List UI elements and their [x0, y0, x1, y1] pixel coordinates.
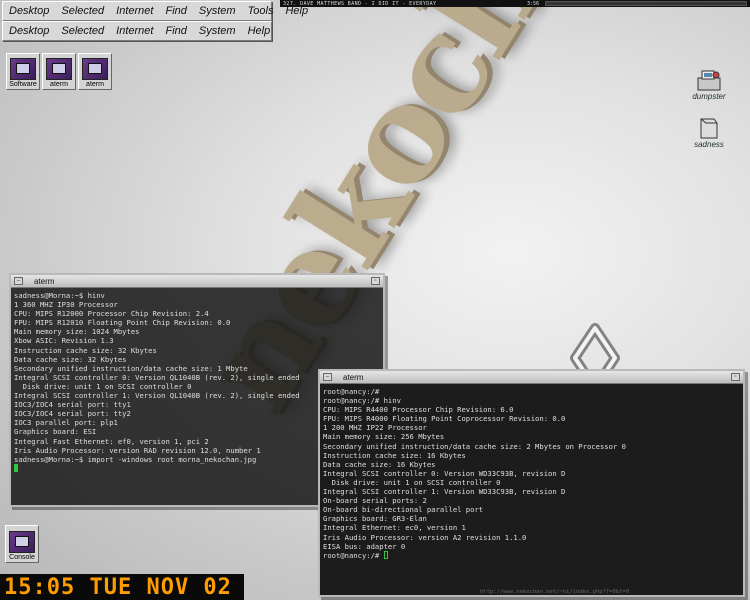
terminal-line: CPU: MIPS R4400 Processor Chip Revision:… [323, 405, 514, 415]
terminal-line: root@nancy:/# [323, 387, 380, 396]
terminal-line: Instruction cache size: 16 Kbytes [323, 450, 466, 460]
launcher-label: aterm [86, 81, 104, 88]
launcher-label: Software [9, 81, 37, 88]
menu-selected[interactable]: Selected [55, 5, 110, 17]
terminal-line: sadness@Morna:~$ hinv [14, 291, 105, 300]
menu-system[interactable]: System [193, 25, 242, 37]
terminal-line: Main memory size: 256 Mbytes [323, 432, 445, 442]
terminal-line: CPU: MIPS R12000 Processor Chip Revision… [14, 309, 209, 319]
menu-internet[interactable]: Internet [110, 25, 159, 37]
terminal-line: FPU: MIPS R4000 Floating Point Coprocess… [323, 414, 566, 424]
dumpster-icon [697, 70, 721, 91]
minimize-button[interactable]: ▫ [371, 277, 380, 285]
sadness-label: sadness [694, 140, 724, 149]
terminal-cursor [383, 550, 388, 559]
terminal-line: 1 200 MHZ IP22 Processor [323, 423, 427, 433]
terminal-line: IOC3 parallel port: plp1 [14, 418, 118, 428]
terminal-line: root@nancy:/# [323, 550, 384, 560]
window-title: aterm [343, 372, 364, 382]
terminal-line: Integral SCSI controller 0: Version WD33… [323, 468, 566, 478]
menu-internet[interactable]: Internet [110, 5, 159, 17]
terminal-line: Integral Ethernet: ec0, version 1 [323, 523, 466, 533]
terminal-line: Integral SCSI controller 0: Version QL10… [14, 372, 300, 382]
launcher-bar: Software aterm aterm [6, 53, 112, 90]
window-title: aterm [34, 276, 55, 286]
terminal-line: root@nancy:/# hinv [323, 396, 401, 406]
terminal-line: Disk drive: unit 1 on SCSI controller 0 [323, 477, 501, 487]
terminal-output[interactable]: root@nancy:/# root@nancy:/# hinv CPU: MI… [320, 384, 743, 563]
folder-icon [700, 118, 718, 139]
terminal-line: On-board bi-directional parallel port [323, 505, 484, 515]
dumpster-label: dumpster [692, 92, 726, 101]
aterm-window-nancy[interactable]: – aterm ▫ root@nancy:/# root@nancy:/# hi… [318, 369, 745, 597]
terminal-line: On-board serial ports: 2 [323, 496, 427, 506]
menu-desktop[interactable]: Desktop [3, 25, 55, 37]
terminal-line: Data cache size: 32 Kbytes [14, 354, 127, 364]
terminal-cursor [14, 463, 18, 472]
window-menu-button[interactable]: – [323, 373, 332, 381]
console-icon [9, 531, 35, 553]
launcher-label: aterm [50, 81, 68, 88]
toolchest-menubar-2: Desktop Selected Internet Find System He… [2, 21, 272, 41]
terminal-line: FPU: MIPS R12010 Floating Point Chip Rev… [14, 318, 231, 328]
media-player-statusbar: 327. DAVE MATTHEWS BAND - I DID IT - EVE… [280, 0, 750, 7]
menu-system[interactable]: System [193, 5, 242, 17]
terminal-line: Integral SCSI controller 1: Version QL10… [14, 391, 300, 401]
terminal-line: Instruction cache size: 32 Kbytes [14, 345, 157, 355]
terminal-line: Graphics board: ESI [14, 427, 97, 437]
console-label: Console [9, 554, 35, 561]
window-titlebar[interactable]: – aterm ▫ [320, 371, 743, 384]
terminal-line: Iris Audio Processor: version RAD revisi… [14, 445, 261, 455]
terminal-line: 1 360 MHZ IP30 Processor [14, 300, 118, 310]
terminal-line: Data cache size: 16 Kbytes [323, 459, 436, 469]
menu-tools[interactable]: Tools [242, 5, 280, 17]
menu-desktop[interactable]: Desktop [3, 5, 55, 17]
terminal-line: Integral Fast Ethernet: ef0, version 1, … [14, 436, 209, 446]
terminal-line: Secondary unified instruction/data cache… [14, 363, 248, 373]
track-time: 3:56 [526, 0, 539, 7]
console-button[interactable]: Console [5, 525, 39, 563]
track-progress-bar[interactable] [545, 1, 747, 6]
terminal-line: Main memory size: 1024 Mbytes [14, 327, 140, 337]
aterm-launcher-button[interactable]: aterm [78, 53, 112, 90]
terminal-line: Xbow ASIC: Revision 1.3 [14, 336, 114, 346]
dumpster-desktop-icon[interactable]: dumpster [684, 68, 734, 101]
terminal-line: Secondary unified instruction/data cache… [323, 441, 626, 451]
window-titlebar[interactable]: – aterm ▫ [11, 275, 383, 288]
terminal-line: Graphics board: GR3-Elan [323, 514, 427, 524]
terminal-line: Iris Audio Processor: version A2 revisio… [323, 532, 527, 542]
terminal-line: EISA bus: adapter 0 [323, 541, 406, 551]
sadness-desktop-icon[interactable]: sadness [684, 116, 734, 149]
software-icon [10, 58, 36, 80]
clock-display: 15:05 TUE NOV 02 [0, 574, 244, 600]
menu-find[interactable]: Find [159, 25, 192, 37]
terminal-line: Disk drive: unit 1 on SCSI controller 0 [14, 381, 192, 391]
menu-help[interactable]: Help [242, 25, 277, 37]
toolchest-menubar-1: Desktop Selected Internet Find System To… [2, 1, 308, 21]
software-launcher-button[interactable]: Software [6, 53, 40, 90]
menu-selected[interactable]: Selected [55, 25, 110, 37]
aterm-launcher-button[interactable]: aterm [42, 53, 76, 90]
minimize-button[interactable]: ▫ [731, 373, 740, 381]
terminal-icon [82, 58, 108, 80]
terminal-icon [46, 58, 72, 80]
menu-find[interactable]: Find [159, 5, 192, 17]
footer-url-text: http://www.nekochan.net/~ni/index.php?f=… [480, 589, 630, 595]
terminal-line: Integral SCSI controller 1: Version WD33… [323, 487, 566, 497]
now-playing-text: 327. DAVE MATTHEWS BAND - I DID IT - EVE… [283, 0, 437, 7]
terminal-line: IOC3/IOC4 serial port: tty1 [14, 400, 131, 410]
window-menu-button[interactable]: – [14, 277, 23, 285]
terminal-line: IOC3/IOC4 serial port: tty2 [14, 409, 131, 419]
terminal-line: sadness@Morna:~$ import -windows root mo… [14, 454, 257, 464]
